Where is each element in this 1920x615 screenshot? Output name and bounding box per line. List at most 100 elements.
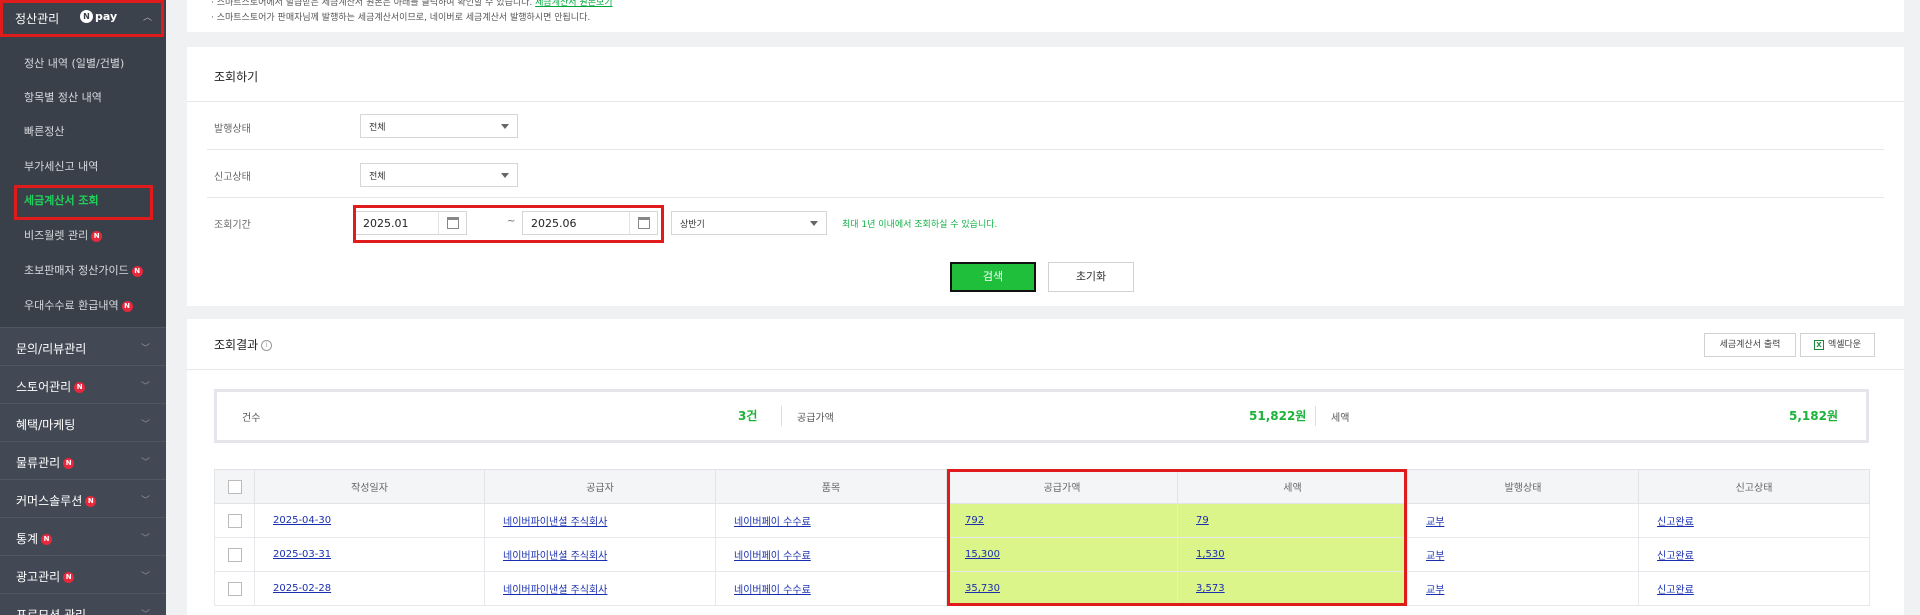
select-value: 전체 — [369, 172, 386, 182]
report-link[interactable]: 신고완료 — [1657, 585, 1694, 596]
sidebar-item-label: 빠른정산 — [24, 125, 65, 138]
notice-panel: · 스마트스토어에서 발급받은 세금계산서 원본은 아래를 클릭하여 확인할 수… — [187, 0, 1904, 32]
menu-label: 통계 N — [16, 530, 53, 547]
highlight-box — [14, 185, 153, 220]
chevron-down-icon: ﹀ — [140, 572, 150, 582]
issue-link[interactable]: 교부 — [1426, 551, 1444, 562]
excel-download-label: 엑셀다운 — [1827, 340, 1862, 350]
item-link[interactable]: 네이버페이 수수료 — [734, 517, 811, 528]
select-all-checkbox[interactable] — [227, 479, 242, 494]
sidebar-item-bizwallet[interactable]: 비즈월렛 관리 N — [24, 227, 103, 243]
menu-label-text: 통계 — [16, 532, 39, 546]
period-hint: 최대 1년 이내에서 조회하실 수 있습니다. — [842, 220, 998, 230]
dropdown-arrow-icon — [501, 173, 509, 178]
sidebar-menu-store[interactable]: 스토어관리 N ﹀ — [0, 365, 166, 403]
issue-cell: 교부 — [1407, 503, 1639, 538]
new-badge: N — [63, 458, 75, 469]
sidebar-submenu: 정산 내역 (일별/건별) 항목별 정산 내역 빠른정산 부가세신고 내역 세금… — [0, 37, 166, 327]
report-link[interactable]: 신고완료 — [1657, 551, 1694, 562]
report-status-select[interactable]: 전체 — [360, 163, 518, 187]
row-checkbox-cell — [214, 571, 255, 606]
row-checkbox[interactable] — [227, 547, 242, 562]
menu-label-text: 광고관리 — [16, 570, 61, 584]
summary-divider — [781, 406, 782, 426]
column-header: 품목 — [715, 469, 947, 504]
supply-value: 51,822원 — [1249, 409, 1307, 423]
sidebar-menu-stats[interactable]: 통계 N ﹀ — [0, 517, 166, 555]
new-badge: N — [85, 496, 97, 507]
new-badge: N — [41, 534, 53, 545]
select-value: 전체 — [369, 123, 386, 133]
chevron-down-icon: ﹀ — [140, 496, 150, 506]
sidebar-menu-commerce[interactable]: 커머스솔루션 N ﹀ — [0, 479, 166, 517]
new-badge: N — [63, 572, 75, 583]
sidebar-menu-ads[interactable]: 광고관리 N ﹀ — [0, 555, 166, 593]
chevron-down-icon: ﹀ — [140, 420, 150, 430]
sidebar-item-label: 정산 내역 (일별/건별) — [24, 57, 125, 70]
info-icon[interactable]: i — [261, 340, 273, 351]
issue-status-select[interactable]: 전체 — [360, 114, 518, 138]
sidebar-menu-logistics[interactable]: 물류관리 N ﹀ — [0, 441, 166, 479]
issue-link[interactable]: 교부 — [1426, 517, 1444, 528]
sidebar-item-label: 부가세신고 내역 — [24, 160, 99, 173]
chevron-down-icon: ﹀ — [140, 344, 150, 354]
report-link[interactable]: 신고완료 — [1657, 517, 1694, 528]
sidebar-item-quick-settlement[interactable]: 빠른정산 — [24, 123, 64, 139]
item-cell: 네이버페이 수수료 — [715, 503, 947, 538]
result-title-text: 조회결과 — [214, 338, 259, 352]
excel-download-button[interactable]: X 엑셀다운 — [1800, 333, 1875, 357]
sidebar-item-beginner-guide[interactable]: 초보판매자 정산가이드 N — [24, 262, 143, 278]
sidebar-item-settlement-history[interactable]: 정산 내역 (일별/건별) — [24, 55, 124, 71]
date-link[interactable]: 2025-02-28 — [273, 583, 331, 594]
chevron-down-icon: ﹀ — [140, 610, 150, 615]
supplier-cell: 네이버파이낸셜 주식회사 — [484, 537, 716, 572]
divider — [187, 101, 1904, 102]
new-badge: N — [91, 230, 103, 242]
notice-link[interactable]: 세금계산서 원본보기 — [535, 0, 612, 8]
menu-label: 물류관리 N — [16, 454, 75, 471]
period-preset-select[interactable]: 상반기 — [671, 211, 827, 235]
summary-box: 건수 3건 공급가액 51,822원 세액 5,182원 — [214, 389, 1869, 443]
select-all-checkbox-cell — [214, 469, 255, 504]
chevron-down-icon: ﹀ — [140, 534, 150, 544]
item-link[interactable]: 네이버페이 수수료 — [734, 551, 811, 562]
supplier-link[interactable]: 네이버파이낸셜 주식회사 — [503, 517, 607, 528]
menu-label: 문의/리뷰관리 — [16, 342, 87, 356]
search-button[interactable]: 검색 — [950, 262, 1036, 292]
supplier-link[interactable]: 네이버파이낸셜 주식회사 — [503, 585, 607, 596]
menu-label-text: 스토어관리 — [16, 380, 72, 394]
sidebar-item-fee-refund[interactable]: 우대수수료 환급내역 N — [24, 297, 133, 313]
menu-label: 커머스솔루션 N — [16, 492, 97, 509]
item-link[interactable]: 네이버페이 수수료 — [734, 585, 811, 596]
reset-button[interactable]: 초기화 — [1048, 262, 1134, 292]
sidebar-menu-promotion[interactable]: 프로모션 관리 ﹀ — [0, 593, 166, 615]
sidebar-item-vat-report[interactable]: 부가세신고 내역 — [24, 158, 98, 174]
select-value: 상반기 — [680, 220, 705, 230]
sidebar-menu-marketing[interactable]: 혜택/마케팅 ﹀ — [0, 403, 166, 441]
date-cell: 2025-04-30 — [254, 503, 485, 538]
sidebar-menu-inquiry[interactable]: 문의/리뷰관리 ﹀ — [0, 327, 166, 365]
column-header: 작성일자 — [254, 469, 485, 504]
new-badge: N — [74, 382, 86, 393]
sidebar: 정산관리 Npay ︿ 정산 내역 (일별/건별) 항목별 정산 내역 빠른정산… — [0, 0, 166, 615]
column-header: 발행상태 — [1407, 469, 1639, 504]
issue-link[interactable]: 교부 — [1426, 585, 1444, 596]
supplier-link[interactable]: 네이버파이낸셜 주식회사 — [503, 551, 607, 562]
sidebar-item-itemized-settlement[interactable]: 항목별 정산 내역 — [24, 89, 102, 105]
report-cell: 신고완료 — [1638, 571, 1870, 606]
row-checkbox[interactable] — [227, 513, 242, 528]
dropdown-arrow-icon — [501, 124, 509, 129]
sidebar-item-label: 초보판매자 정산가이드 — [24, 264, 129, 277]
menu-label: 프로모션 관리 — [16, 608, 87, 615]
notice-text: · 스마트스토어에서 발급받은 세금계산서 원본은 아래를 클릭하여 확인할 수… — [211, 0, 533, 8]
row-checkbox[interactable] — [227, 581, 242, 596]
supply-label: 공급가액 — [797, 413, 834, 424]
chevron-down-icon: ﹀ — [140, 458, 150, 468]
date-link[interactable]: 2025-03-31 — [273, 549, 331, 560]
date-cell: 2025-02-28 — [254, 571, 485, 606]
row-checkbox-cell — [214, 503, 255, 538]
date-link[interactable]: 2025-04-30 — [273, 515, 331, 526]
print-invoice-button[interactable]: 세금계산서 출력 — [1704, 333, 1796, 357]
highlight-box — [0, 0, 164, 37]
result-title: 조회결과 i — [214, 336, 273, 353]
